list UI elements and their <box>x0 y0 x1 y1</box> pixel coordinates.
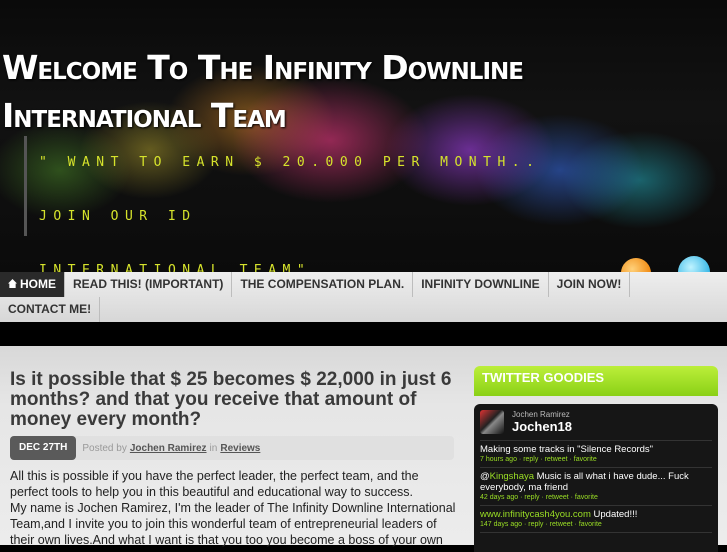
site-tagline: " Want to earn $ 20.000 per month.. Join… <box>24 136 599 272</box>
site-header: Welcome To The Infinity Downline Interna… <box>0 0 727 272</box>
post-meta-bar: DEC 27TH Posted by Jochen Ramirez in Rev… <box>10 436 454 460</box>
avatar[interactable] <box>480 410 504 434</box>
post-paragraph: All this is possible if you have the per… <box>10 469 419 499</box>
twitter-widget: Jochen Ramirez Jochen18 Making some trac… <box>474 404 718 552</box>
nav-item-home[interactable]: HOME <box>0 272 65 297</box>
nav-item-infinity-downline[interactable]: INFINITY DOWNLINE <box>413 272 549 297</box>
tweet-text: Making some tracks in "Silence Records" <box>480 444 712 455</box>
main-navigation: HOME READ THIS! (IMPORTANT) THE COMPENSA… <box>0 272 727 322</box>
sidebar: TWITTER GOODIES Jochen Ramirez Jochen18 … <box>474 366 718 552</box>
nav-item-join-now[interactable]: JOIN NOW! <box>549 272 631 297</box>
rss-icon[interactable] <box>618 255 654 272</box>
post-date-badge: DEC 27TH <box>10 436 77 460</box>
tweet-meta[interactable]: 7 hours ago · reply · retweet · favorite <box>480 455 712 465</box>
nav-row-2: CONTACT ME! <box>0 297 101 322</box>
nav-row-1: HOME READ THIS! (IMPORTANT) THE COMPENSA… <box>0 272 631 297</box>
post-body: All this is possible if you have the per… <box>10 468 458 548</box>
tweet-meta[interactable]: 147 days ago · reply · retweet · favorit… <box>480 520 712 530</box>
nav-item-compensation-plan[interactable]: THE COMPENSATION PLAN. <box>232 272 414 297</box>
tweet-item: www.infinitycash4you.com Updated!!! 147 … <box>480 506 712 533</box>
twitter-widget-title: TWITTER GOODIES <box>474 366 718 396</box>
tweet-mention-prefix: @ <box>480 471 490 482</box>
profile-handle[interactable]: Jochen18 <box>512 419 572 434</box>
in-label: in <box>209 442 218 454</box>
site-title[interactable]: Welcome To The Infinity Downline Interna… <box>2 44 602 140</box>
post-title[interactable]: Is it possible that $ 25 becomes $ 22,00… <box>10 370 458 430</box>
twitter-profile[interactable]: Jochen Ramirez Jochen18 <box>480 410 712 441</box>
nav-item-contact-me[interactable]: CONTACT ME! <box>0 297 101 322</box>
tweet-text: @Kingshaya Music is all what i have dude… <box>480 471 712 493</box>
tweet-text: www.infinitycash4you.com Updated!!! <box>480 509 712 520</box>
tweet-text-body: Updated!!! <box>590 509 638 520</box>
tweet-text-body: Making some tracks in "Silence Records" <box>480 444 654 455</box>
tagline-line-1: " Want to earn $ 20.000 per month.. Join… <box>39 155 541 224</box>
tweet-meta[interactable]: 42 days ago · reply · retweet · favorite <box>480 493 712 503</box>
home-icon <box>8 279 17 288</box>
nav-item-read-this[interactable]: READ THIS! (IMPORTANT) <box>65 272 233 297</box>
posted-by-label: Posted by <box>82 442 127 454</box>
category-link[interactable]: Reviews <box>220 443 260 454</box>
content-area: Is it possible that $ 25 becomes $ 22,00… <box>0 346 727 552</box>
nav-divider-strip <box>0 322 727 346</box>
tagline-line-2: International Team" <box>39 263 312 272</box>
tweet-item: @Kingshaya Music is all what i have dude… <box>480 468 712 506</box>
blog-post: Is it possible that $ 25 becomes $ 22,00… <box>10 370 458 548</box>
twitter-bird-icon[interactable] <box>678 256 710 272</box>
author-link[interactable]: Jochen Ramirez <box>130 443 207 454</box>
tweet-mention-link[interactable]: Kingshaya <box>490 471 534 482</box>
profile-name: Jochen Ramirez <box>512 410 570 419</box>
post-paragraph: My name is Jochen Ramirez, I'm the leade… <box>10 501 456 547</box>
nav-home-label: HOME <box>20 277 56 291</box>
tweet-url-link[interactable]: www.infinitycash4you.com <box>480 509 591 520</box>
tweet-item: Making some tracks in "Silence Records" … <box>480 441 712 468</box>
